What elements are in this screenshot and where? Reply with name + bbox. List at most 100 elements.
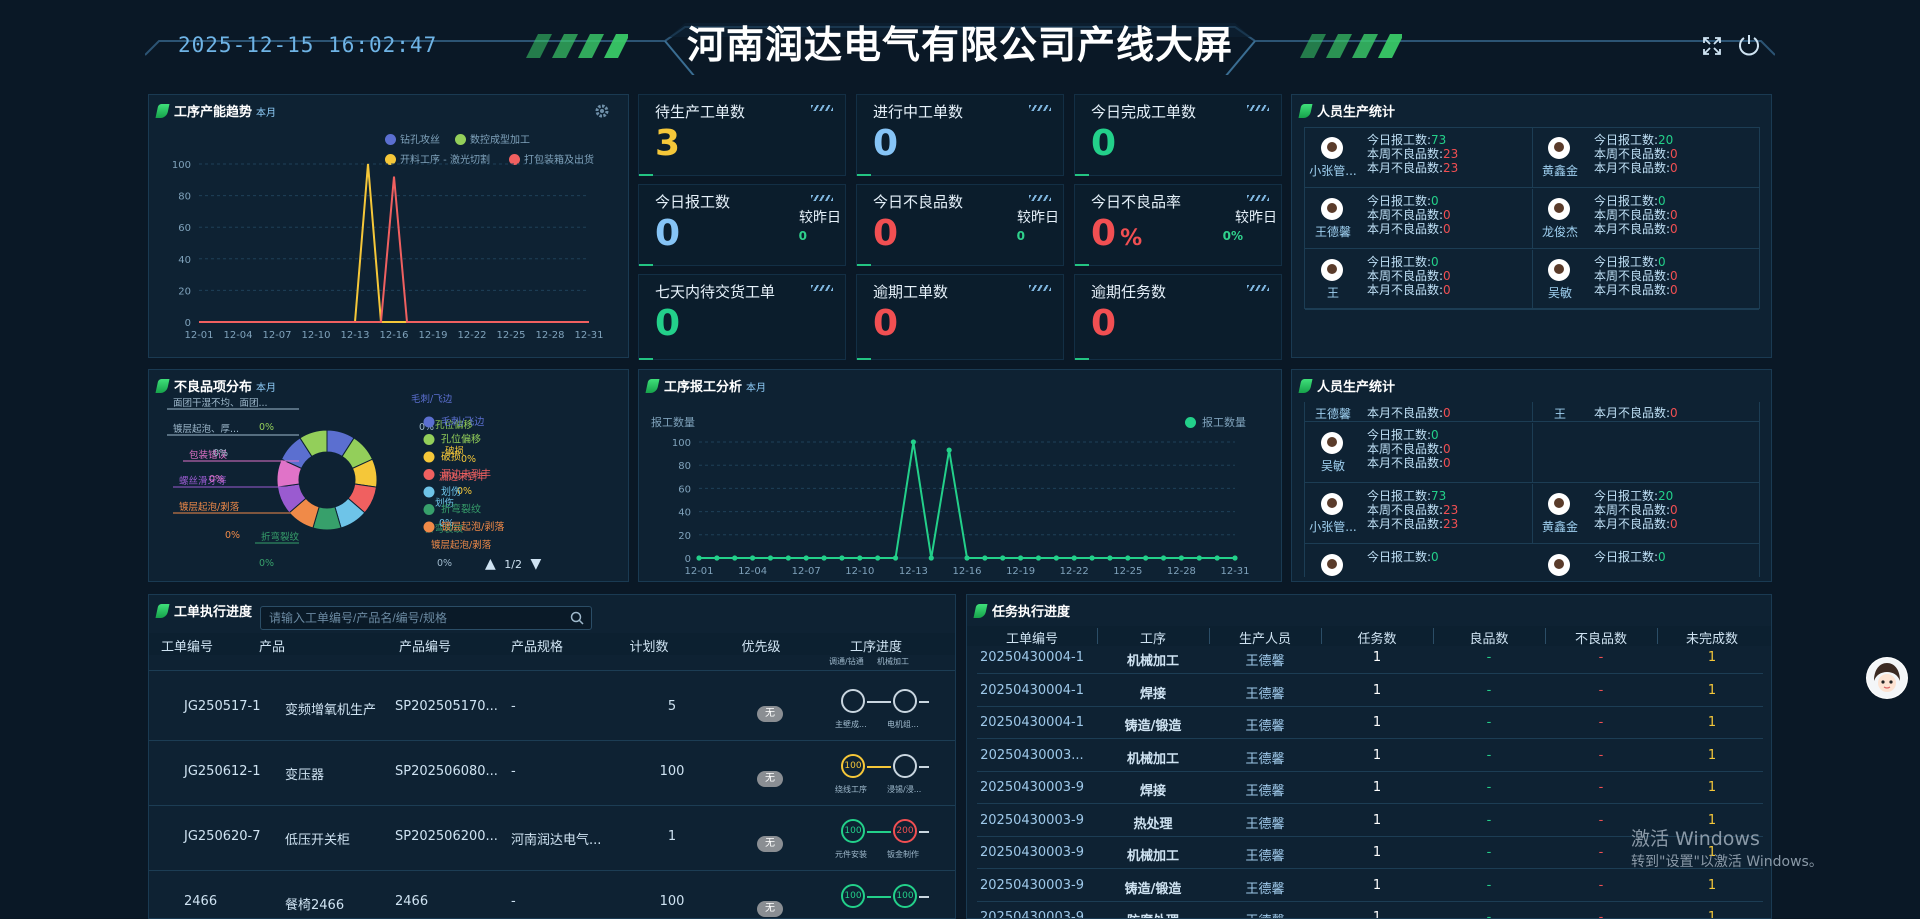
person-cell[interactable]: 王今日报工数:0 本周不良品数:0 本月不良品数:0: [1305, 250, 1532, 310]
data-point[interactable]: [767, 555, 774, 561]
task-row[interactable]: 20250430004-1 铸造/锻造 王德馨 1 - - 1: [967, 707, 1771, 739]
orders-search-box[interactable]: [260, 606, 592, 630]
step-connector: [867, 896, 891, 898]
column-header[interactable]: 产品编号: [369, 636, 481, 655]
step-circle[interactable]: [893, 689, 917, 713]
settings-gear-icon[interactable]: [594, 103, 610, 119]
step-circle[interactable]: 100: [841, 819, 865, 843]
column-header[interactable]: 工单编号: [161, 636, 259, 655]
step-circle[interactable]: [841, 689, 865, 713]
data-point[interactable]: [732, 555, 738, 561]
data-point[interactable]: [785, 555, 791, 561]
data-point[interactable]: [1089, 555, 1095, 561]
person-cell[interactable]: 今日报工数:0: [1532, 545, 1759, 577]
data-point[interactable]: [1107, 555, 1113, 561]
data-point[interactable]: [821, 555, 827, 561]
data-point[interactable]: [1196, 555, 1202, 561]
fullscreen-icon[interactable]: [1702, 36, 1722, 56]
data-point[interactable]: [910, 439, 916, 445]
step-circle[interactable]: 200: [893, 819, 917, 843]
data-point[interactable]: [714, 555, 720, 561]
data-point[interactable]: [875, 555, 881, 561]
data-point[interactable]: [982, 555, 988, 561]
task-row[interactable]: 20250430003... 机械加工 王德馨 1 - - 1: [967, 740, 1771, 772]
data-point[interactable]: [1035, 555, 1042, 561]
stat-card[interactable]: 逾期工单数 0: [856, 274, 1064, 360]
column-header[interactable]: 产品: [259, 636, 369, 655]
data-point[interactable]: [1125, 555, 1131, 561]
column-header[interactable]: 产品规格: [481, 636, 593, 655]
task-row[interactable]: 20250430004-1 机械加工 王德馨 1 - - 1: [967, 642, 1771, 674]
stat-card[interactable]: 七天内待交货工单 0: [638, 274, 846, 360]
data-point[interactable]: [696, 555, 702, 561]
step-circle[interactable]: 100: [841, 884, 865, 908]
step-circle[interactable]: [893, 754, 917, 778]
column-header[interactable]: 工序进度: [817, 636, 935, 655]
data-point[interactable]: [1178, 555, 1184, 561]
legend-item[interactable]: 数控成型加工: [455, 131, 530, 146]
person-cell[interactable]: 小张管... 今日报工数:73 本周不良品数:23 本月不良品数:23: [1305, 128, 1532, 188]
person-cell[interactable]: 王 本月不良品数:0: [1532, 402, 1759, 422]
data-point[interactable]: [964, 555, 970, 561]
data-point[interactable]: [1160, 555, 1167, 561]
data-point[interactable]: [1000, 555, 1006, 561]
task-row[interactable]: 20250430004-1 焊接 王德馨 1 - - 1: [967, 675, 1771, 707]
pie-legend-dot[interactable]: [423, 469, 435, 480]
report-legend[interactable]: 报工数量: [1185, 414, 1246, 430]
person-cell[interactable]: 王德馨 今日报工数:0 本周不良品数:0 本月不良品数:0: [1305, 189, 1532, 249]
person-cell[interactable]: 今日报工数:0: [1305, 545, 1532, 577]
column-header[interactable]: 计划数: [593, 636, 705, 655]
person-cell[interactable]: 吴敏 今日报工数:0 本周不良品数:0 本月不良品数:0: [1305, 423, 1532, 483]
data-point[interactable]: [839, 555, 845, 561]
pie-legend-dot[interactable]: [423, 504, 435, 515]
data-point[interactable]: [803, 555, 809, 561]
stat-card[interactable]: 今日完成工单数 0: [1074, 94, 1282, 176]
task-row[interactable]: 20250430003-9 焊接 王德馨 1 - - 1: [967, 772, 1771, 804]
stat-card[interactable]: 进行中工单数 0: [856, 94, 1064, 176]
data-point[interactable]: [750, 555, 756, 561]
legend-item[interactable]: 钻孔攻丝: [385, 131, 440, 146]
column-header[interactable]: 优先级: [705, 636, 817, 655]
next-page-icon[interactable]: ▼: [530, 556, 541, 572]
pie-legend-dot[interactable]: [423, 521, 435, 533]
data-point[interactable]: [1071, 555, 1077, 561]
power-icon[interactable]: [1737, 33, 1761, 57]
stat-card[interactable]: 今日不良品数 0 较昨日 0: [856, 184, 1064, 266]
orders-search-input[interactable]: [269, 609, 559, 627]
assistant-avatar-icon[interactable]: [1866, 657, 1908, 699]
data-point[interactable]: [892, 555, 899, 561]
pie-legend-dot[interactable]: [423, 451, 435, 463]
data-point[interactable]: [928, 555, 934, 561]
task-row[interactable]: 20250430003-9 防腐处理王德馨 1 - - 1: [967, 902, 1771, 918]
order-row[interactable]: 2466 餐椅2466 2466 - 100 无 100 100: [149, 872, 955, 918]
order-row[interactable]: JG250612-1 变压器 SP202506080... - 100 无 100 绕线工序 浸…: [149, 742, 955, 806]
person-cell[interactable]: 吴敏 今日报工数:0 本周不良品数:0 本月不良品数:0: [1532, 250, 1759, 310]
search-icon[interactable]: [570, 611, 584, 625]
person-cell[interactable]: 小张管... 今日报工数:73 本周不良品数:23 本月不良品数:23: [1305, 484, 1532, 544]
data-point[interactable]: [946, 447, 952, 453]
stat-card[interactable]: 今日报工数 0 较昨日 0: [638, 184, 846, 266]
person-cell[interactable]: 龙俊杰 今日报工数:0 本周不良品数:0 本月不良品数:0: [1532, 189, 1759, 249]
stat-card[interactable]: 逾期任务数 0: [1074, 274, 1282, 360]
prev-page-icon[interactable]: ▲: [485, 556, 496, 572]
stat-card[interactable]: 今日不良品率 0% 较昨日 0%: [1074, 184, 1282, 266]
person-cell[interactable]: 黄鑫金 今日报工数:20 本周不良品数:0 本月不良品数:0: [1532, 128, 1759, 188]
task-cell-good: -: [1486, 877, 1492, 893]
data-point[interactable]: [1143, 555, 1149, 561]
data-point[interactable]: [1053, 555, 1059, 561]
person-cell[interactable]: 黄鑫金 今日报工数:20 本周不良品数:0 本月不良品数:0: [1532, 484, 1759, 544]
order-row[interactable]: JG250517-1 变频增氧机生产 SP202505170... - 5 无主壁成...…: [149, 677, 955, 741]
pie-legend-dot[interactable]: [423, 434, 435, 445]
pie-legend-dot[interactable]: [423, 416, 435, 428]
step-circle[interactable]: 100: [893, 884, 917, 908]
data-point[interactable]: [1018, 555, 1024, 561]
pie-legend-dot[interactable]: [423, 486, 435, 498]
data-point[interactable]: [857, 555, 863, 561]
task-row[interactable]: 20250430003-9 铸造/锻造 王德馨 1 - - 1: [967, 870, 1771, 902]
person-cell[interactable]: 王德馨 本月不良品数:0: [1305, 402, 1532, 422]
step-circle[interactable]: 100: [841, 754, 865, 778]
stat-card[interactable]: 待生产工单数 3: [638, 94, 846, 176]
data-point[interactable]: [1214, 555, 1220, 561]
data-point[interactable]: [1232, 555, 1238, 561]
order-row[interactable]: JG250620-7 低压开关柜 SP202506200... 河南润达电气... 1 无…: [149, 807, 955, 871]
